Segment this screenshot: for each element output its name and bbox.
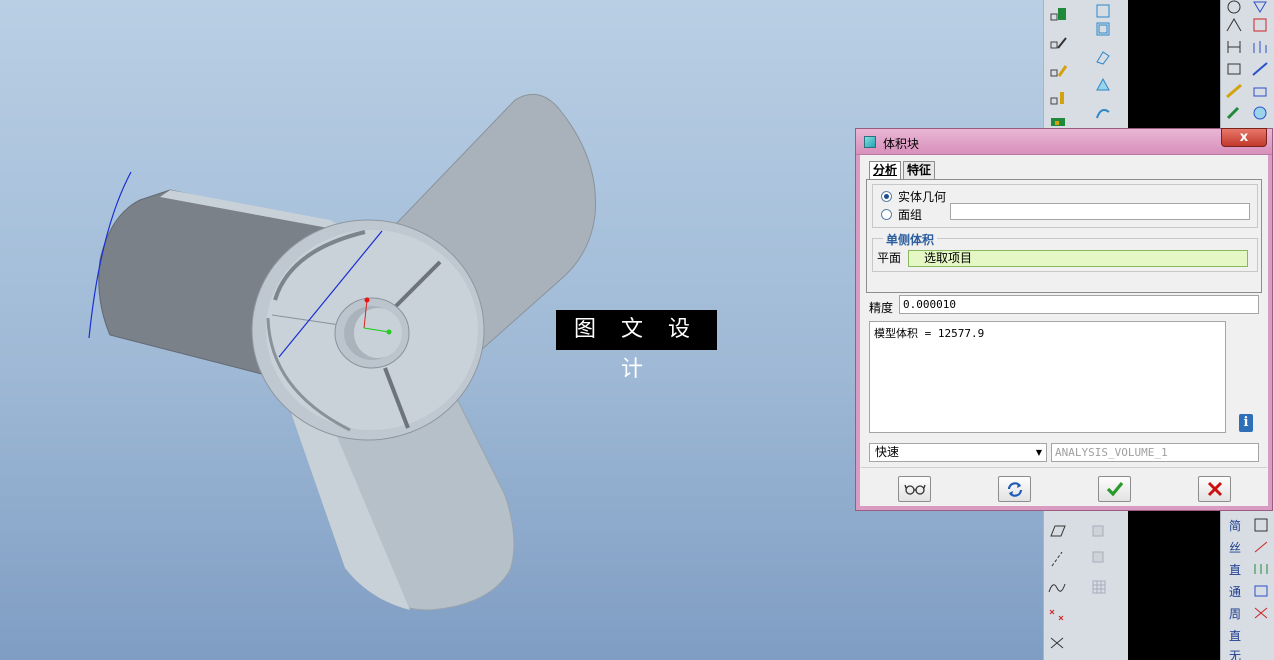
glasses-icon bbox=[903, 484, 926, 495]
close-button[interactable]: x bbox=[1221, 128, 1267, 147]
dialog-title: 体积块 bbox=[883, 137, 920, 151]
toolbar-label-icon[interactable]: 周 bbox=[1224, 602, 1246, 624]
preview-button[interactable] bbox=[898, 476, 931, 502]
dialog-button-row bbox=[861, 467, 1267, 506]
toolbar-icon[interactable] bbox=[1092, 46, 1114, 68]
group-title: 单侧体积 bbox=[883, 231, 938, 248]
datum-point-icon[interactable] bbox=[1046, 604, 1068, 626]
toolbar-icon-disabled bbox=[1088, 520, 1110, 542]
geometry-options: 实体几何 面组 bbox=[872, 184, 1258, 228]
x-icon bbox=[1207, 481, 1222, 497]
toolbar-icon[interactable] bbox=[1048, 32, 1070, 54]
toolbar-icon[interactable] bbox=[1250, 580, 1272, 602]
watermark: 图 文 设 计 bbox=[556, 310, 717, 382]
dialog-app-icon bbox=[864, 136, 876, 148]
ok-button[interactable] bbox=[1098, 476, 1131, 502]
radio-solid-label: 实体几何 bbox=[898, 190, 947, 204]
chevron-down-icon: ▼ bbox=[1035, 448, 1042, 457]
radio-quilt[interactable] bbox=[881, 209, 892, 220]
radio-quilt-row[interactable]: 面组 bbox=[881, 206, 922, 223]
plane-label: 平面 bbox=[877, 251, 902, 265]
dialog-titlebar[interactable]: 体积块 x bbox=[856, 128, 1272, 155]
toolbar-icon[interactable] bbox=[1092, 18, 1114, 40]
quilt-select-field[interactable] bbox=[950, 203, 1250, 220]
toolbar-icon[interactable] bbox=[1250, 602, 1272, 624]
refresh-icon bbox=[1007, 482, 1022, 497]
radio-solid-row[interactable]: 实体几何 bbox=[881, 188, 946, 205]
tab-feature[interactable]: 特征 bbox=[903, 161, 936, 179]
analysis-panel: 实体几何 面组 单侧体积 平面 选取项目 bbox=[866, 179, 1262, 293]
toolbar-icon[interactable] bbox=[1092, 102, 1114, 124]
one-side-volume-group: 单侧体积 平面 选取项目 bbox=[872, 231, 1258, 272]
toolbar-icon[interactable] bbox=[1249, 80, 1271, 102]
checkmark-icon bbox=[1106, 481, 1123, 497]
csys-icon[interactable] bbox=[1046, 632, 1068, 654]
toolbar-icon[interactable] bbox=[1048, 60, 1070, 82]
analysis-name-input[interactable]: ANALYSIS_VOLUME_1 bbox=[1051, 443, 1259, 462]
toolbar-icon[interactable] bbox=[1249, 36, 1271, 58]
toolbar-icon[interactable] bbox=[1250, 536, 1272, 558]
mode-value: 快速 bbox=[875, 445, 900, 459]
toolbar-icon[interactable] bbox=[1223, 58, 1245, 80]
radio-quilt-label: 面组 bbox=[898, 208, 923, 222]
curve-icon[interactable] bbox=[1046, 576, 1068, 598]
toolbar-icon[interactable] bbox=[1249, 102, 1271, 124]
grid-icon bbox=[1088, 576, 1110, 598]
dialog-body: 分析 特征 实体几何 面组 单侧体积 平面 选取项目 精度 0.000010 模… bbox=[861, 156, 1267, 506]
tab-bar: 分析 特征 bbox=[869, 161, 937, 179]
toolbar-icon[interactable] bbox=[1223, 102, 1245, 124]
cancel-button[interactable] bbox=[1198, 476, 1231, 502]
center-bore-inner bbox=[354, 308, 402, 358]
result-textarea[interactable]: 模型体积 = 12577.9 bbox=[869, 321, 1226, 433]
mode-dropdown[interactable]: 快速 ▼ bbox=[869, 443, 1047, 462]
toolbar-label-icon[interactable]: 直 bbox=[1224, 624, 1246, 646]
repeat-button[interactable] bbox=[998, 476, 1031, 502]
precision-input[interactable]: 0.000010 bbox=[899, 295, 1259, 314]
toolbar-icon[interactable] bbox=[1048, 88, 1070, 110]
toolbar-icon[interactable] bbox=[1250, 514, 1272, 536]
parallelogram-icon[interactable] bbox=[1046, 520, 1068, 542]
tab-analysis[interactable]: 分析 bbox=[869, 161, 902, 179]
precision-label: 精度 bbox=[869, 301, 894, 315]
info-icon[interactable]: i bbox=[1239, 414, 1253, 432]
toolbar-label-icon[interactable]: 无 bbox=[1224, 644, 1246, 660]
toolbar-icon-disabled bbox=[1088, 546, 1110, 568]
toolbar-icon[interactable] bbox=[1223, 36, 1245, 58]
plane-select-field[interactable]: 选取项目 bbox=[908, 250, 1248, 267]
toolbar-icon[interactable] bbox=[1250, 558, 1272, 580]
radio-solid[interactable] bbox=[881, 191, 892, 202]
toolbar-label-icon[interactable]: 简 bbox=[1224, 514, 1246, 536]
datum-axis-icon[interactable] bbox=[1046, 548, 1068, 570]
toolbar-icon[interactable] bbox=[1048, 4, 1070, 26]
toolbar-icon[interactable] bbox=[1223, 14, 1245, 36]
toolbar-label-icon[interactable]: 丝 bbox=[1224, 536, 1246, 558]
toolbar-icon[interactable] bbox=[1249, 14, 1271, 36]
toolbar-label-icon[interactable]: 通 bbox=[1224, 580, 1246, 602]
toolbar-icon[interactable] bbox=[1249, 58, 1271, 80]
toolbar-icon[interactable] bbox=[1223, 80, 1245, 102]
toolbar-label-icon[interactable]: 直 bbox=[1224, 558, 1246, 580]
toolbar-icon[interactable] bbox=[1092, 74, 1114, 96]
volume-dialog: 体积块 x 分析 特征 实体几何 面组 单侧体积 平面 选取项目 精度 0.00… bbox=[855, 128, 1273, 511]
